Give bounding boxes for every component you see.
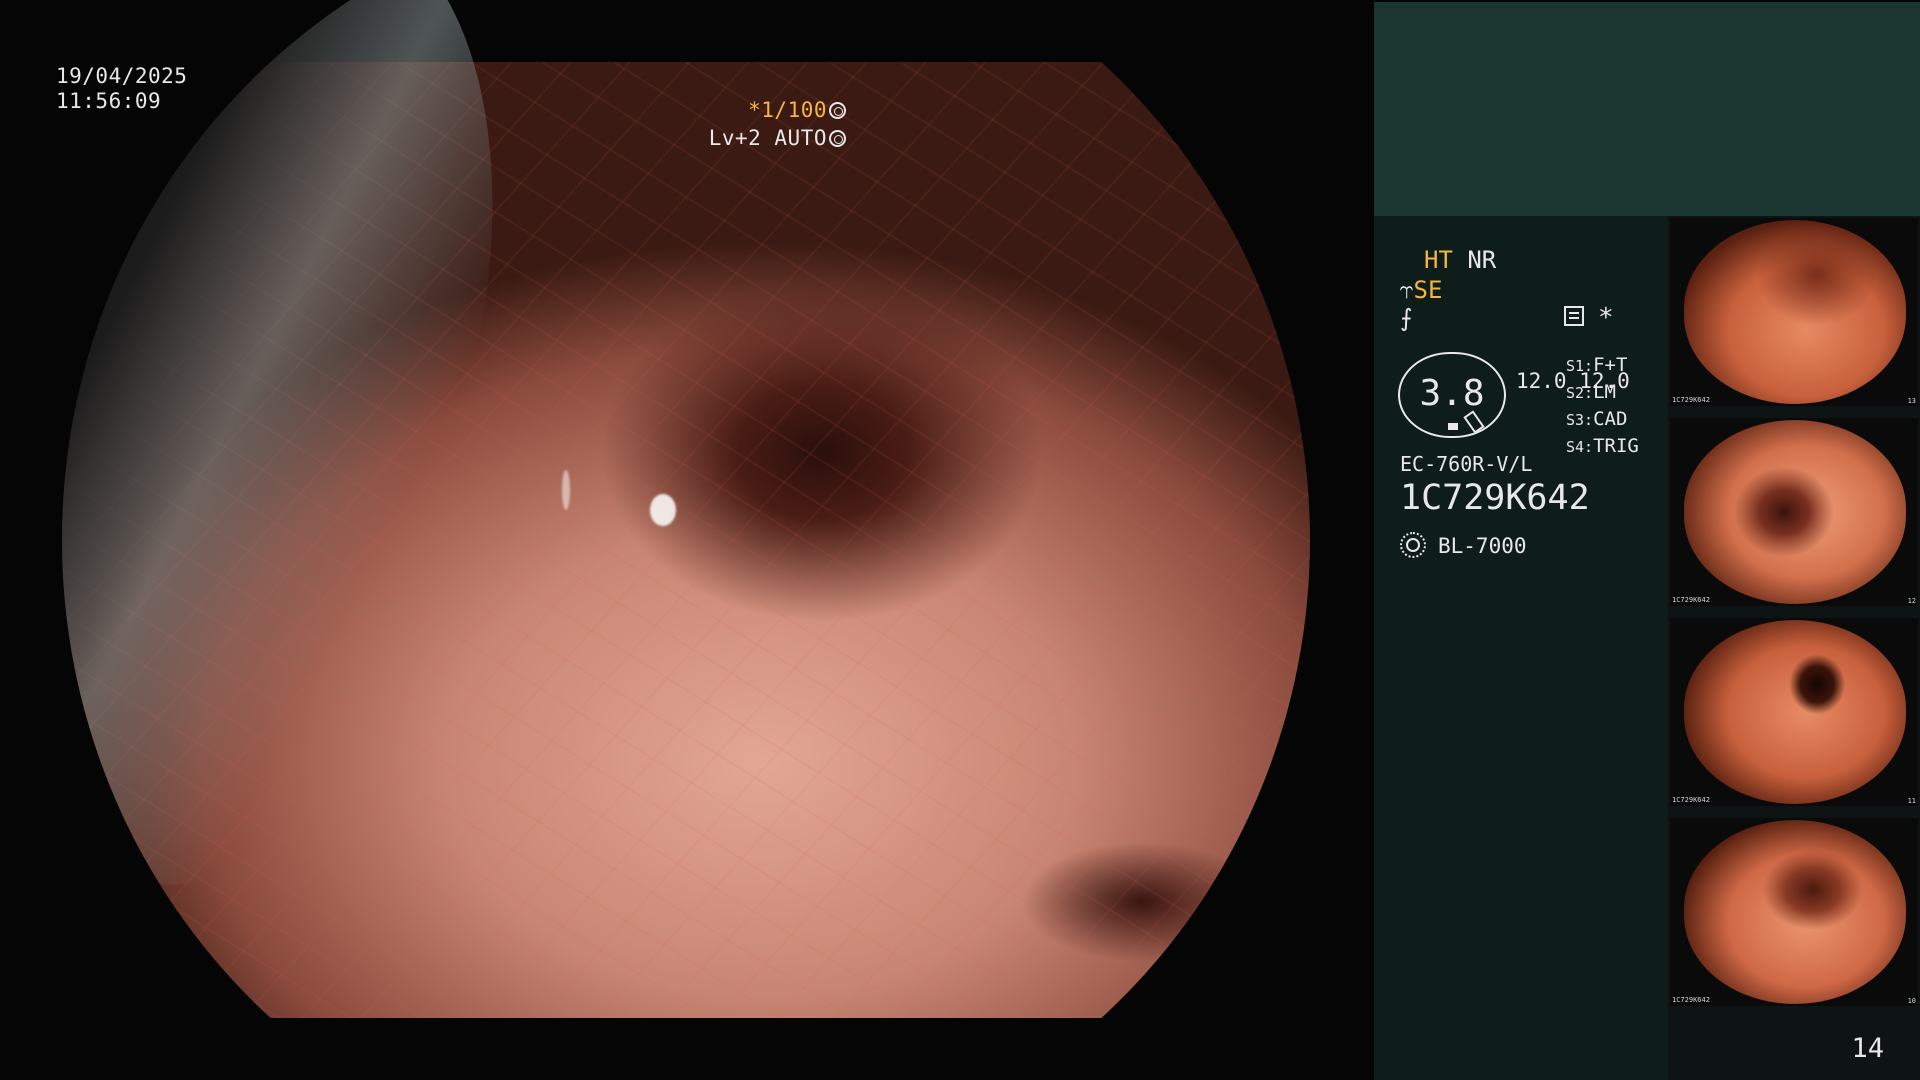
- level-readout: Lv+2 AUTO: [709, 126, 846, 151]
- gauge: 3.8: [1398, 352, 1506, 438]
- light-source-name: BL-7000: [1438, 534, 1527, 558]
- scope-serial: 1C729K642: [1400, 478, 1590, 518]
- light-reflection: [650, 494, 676, 526]
- shutter-icon: [829, 102, 846, 119]
- mode-ht: HT: [1424, 246, 1453, 274]
- se-label: SE: [1413, 276, 1443, 304]
- thumbnail[interactable]: 1C729K642 10: [1670, 818, 1918, 1006]
- setting-key: S2:: [1566, 384, 1594, 402]
- date-time-readout: 19/04/2025 11:56:09: [56, 64, 187, 114]
- gauge-mark: [1448, 423, 1458, 430]
- date-text: 19/04/2025: [56, 64, 188, 88]
- mode-nr: NR: [1467, 246, 1497, 274]
- thumbnail-serial: 1C729K642: [1672, 996, 1710, 1004]
- setting-value: TRIG: [1593, 435, 1639, 457]
- light-reflection: [562, 470, 570, 510]
- gauge-value: 3.8: [1419, 373, 1485, 414]
- setting-value: CAD: [1593, 408, 1628, 430]
- level-text: Lv+2 AUTO: [708, 126, 827, 150]
- thumbnail-serial: 1C729K642: [1672, 596, 1710, 604]
- thumbnail-image: [1684, 620, 1906, 804]
- thumbnail-number: 10: [1907, 997, 1916, 1005]
- filter-icon: ⨍: [1400, 304, 1413, 332]
- mode-line: HT NR: [1424, 246, 1496, 274]
- se-line: ⥾SE: [1400, 276, 1442, 304]
- thumbnail-number: 11: [1907, 797, 1916, 805]
- thumbnail-image: [1684, 220, 1906, 404]
- shutter-text: *1/100: [748, 98, 827, 122]
- light-source-icon: [1400, 532, 1426, 558]
- scope-settings: S1:F+T S2:LM S3:CAD S4:TRIG: [1566, 352, 1668, 460]
- thumbnail-strip: 1C729K642 13 1C729K642 12 1C729K642 11 1…: [1668, 216, 1920, 1080]
- setting-value: LM: [1593, 381, 1616, 403]
- page-number: 14: [1851, 1033, 1884, 1064]
- thumbnail-serial: 1C729K642: [1672, 796, 1710, 804]
- setting-value: F+T: [1593, 354, 1628, 376]
- setting-key: S3:: [1566, 411, 1594, 429]
- value-1: 12.0: [1516, 369, 1567, 393]
- thumbnail-serial: 1C729K642: [1672, 396, 1710, 404]
- time-text: 11:56:09: [56, 89, 162, 113]
- thumbnail-image: [1684, 820, 1906, 1004]
- endoscopy-image: [62, 62, 1310, 1018]
- settings-menu-icon: [1564, 306, 1584, 326]
- setting-key: S4:: [1566, 438, 1594, 456]
- thumbnail[interactable]: 1C729K642 12: [1670, 418, 1918, 606]
- thumbnail-number: 12: [1907, 597, 1916, 605]
- scope-model: EC-760R-V/L: [1400, 452, 1533, 476]
- asterisk-icon: *: [1598, 303, 1614, 333]
- thumbnail-number: 13: [1907, 397, 1916, 405]
- info-panel: HT NR ⥾SE ⨍ * 3.8 12.0 12.0 S1:F+T S2:LM…: [1374, 216, 1668, 1080]
- endoscopy-view: 19/04/2025 11:56:09 *1/100 Lv+2 AUTO: [0, 0, 1372, 1080]
- thumbnail[interactable]: 1C729K642 13: [1670, 218, 1918, 406]
- thumbnail[interactable]: 1C729K642 11: [1670, 618, 1918, 806]
- header-panel: [1374, 2, 1920, 216]
- shutter-readout: *1/100: [748, 98, 846, 123]
- thumbnail-image: [1684, 420, 1906, 604]
- setting-key: S1:: [1566, 357, 1594, 375]
- structure-enhance-icon: ⥾: [1400, 276, 1414, 304]
- auto-iris-icon: [829, 130, 846, 147]
